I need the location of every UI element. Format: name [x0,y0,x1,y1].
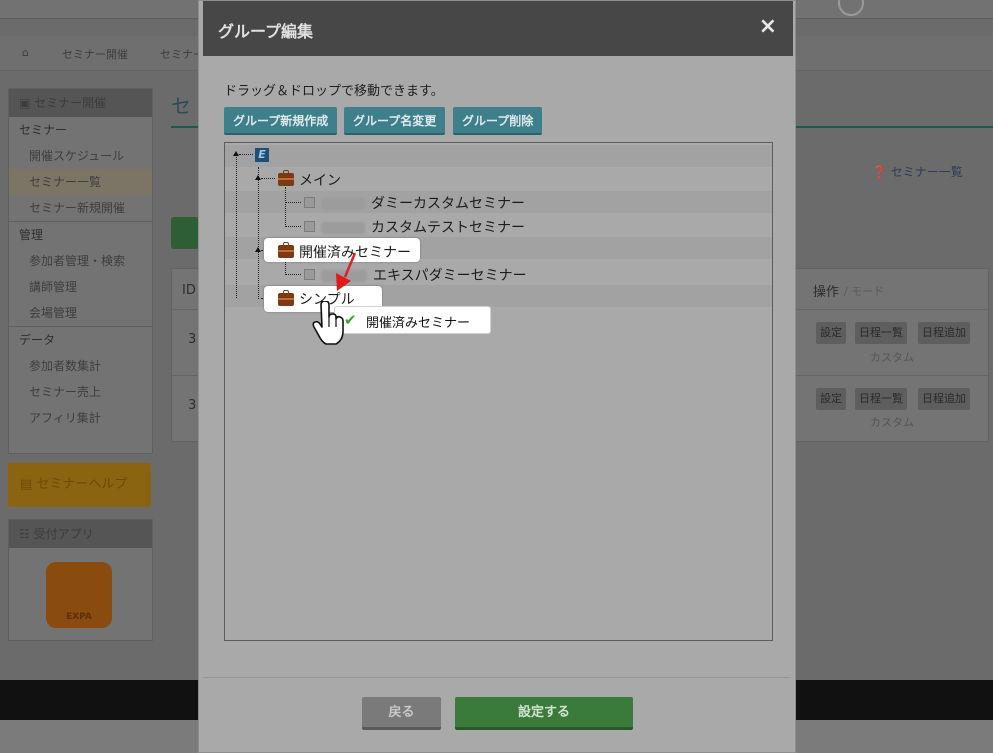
rename-group-button[interactable]: グループ名変更 [344,107,446,135]
app-panel: ☷ 受付アプリ EXPA [8,519,153,641]
sidebar-item: 講師管理 [29,280,78,294]
delete-group-button[interactable]: グループ削除 [453,107,543,135]
sidebar-item: セミナー売上 [29,385,102,399]
check-icon: ✔ [344,311,357,329]
green-action-button [171,217,199,249]
sidebar-section-title: セミナー [19,123,68,137]
redacted-id [321,198,365,210]
submit-button[interactable]: 設定する [455,697,633,730]
seminar-list-link: ❓ セミナー一覧 [872,165,963,179]
checkbox-icon[interactable] [304,221,315,232]
sidebar-item: 参加者管理・検索 [29,254,126,268]
create-group-button[interactable]: グループ新規作成 [224,107,338,135]
expa-app-logo: EXPA [46,562,112,628]
sidebar-item: セミナー新規開催 [29,201,126,215]
modal-header: グループ編集 × [203,1,793,56]
group-tree[interactable]: E メイン ダミーカスタムセミナー カスタムテストセミナー 開催済みセミナー エ… [224,142,773,641]
sidebar-section-title: 管理 [9,221,152,248]
sidebar: ▣ セミナー開催 セミナー 開催スケジュール セミナー一覧 セミナー新規開催 管… [8,88,153,454]
user-avatar [838,0,864,16]
tree-seminar-label[interactable]: ダミーカスタムセミナー [371,193,525,213]
sidebar-item: 開催スケジュール [29,149,125,163]
sidebar-item: 参加者数集計 [29,359,102,373]
modal-footer-divider [203,677,791,678]
tree-row-stripe [225,145,772,167]
tree-seminar-label[interactable]: カスタムテストセミナー [371,217,525,237]
column-header-mode: モード [851,285,885,298]
expand-toggle-icon[interactable] [255,175,261,180]
drag-tooltip: ✔ 開催済みセミナー [334,306,491,334]
drag-tooltip-label: 開催済みセミナー [366,316,471,331]
tree-group-label[interactable]: メイン [299,170,341,190]
tree-seminar-label[interactable]: エキスパダミーセミナー [373,265,527,285]
back-button[interactable]: 戻る [362,697,441,730]
sidebar-item: セミナー一覧 [9,169,152,195]
checkbox-icon[interactable] [304,269,315,280]
group-edit-modal: グループ編集 × ドラッグ＆ドロップで移動できます。 グループ新規作成 グループ… [198,0,796,753]
expand-toggle-icon[interactable] [233,151,239,156]
red-arrow-icon [336,252,357,291]
home-icon: ⌂ [22,46,29,59]
expand-toggle-icon[interactable] [255,247,261,252]
folder-icon [278,242,294,258]
breadcrumb-item: セミナー開催 [62,48,128,61]
folder-icon [278,290,294,306]
sidebar-item: 会場管理 [29,306,78,320]
modal-title: グループ編集 [218,22,314,41]
folder-icon [278,170,294,186]
root-node-icon[interactable]: E [255,148,269,162]
checkbox-icon[interactable] [304,197,315,208]
column-header-ops: 操作 [813,285,840,300]
sidebar-item: アフィリ集計 [29,411,101,425]
close-icon[interactable]: × [759,14,777,39]
app-panel-header: ☷ 受付アプリ [9,520,152,548]
redacted-id [321,222,365,234]
drag-drop-hint: ドラッグ＆ドロップで移動できます。 [224,84,444,99]
help-button: ▤ セミナーヘルプ [8,463,151,507]
column-header-id: ID [182,283,196,298]
hand-cursor-icon [312,301,344,345]
sidebar-header: ▣ セミナー開催 [9,89,152,117]
sidebar-section-title: データ [9,326,152,353]
